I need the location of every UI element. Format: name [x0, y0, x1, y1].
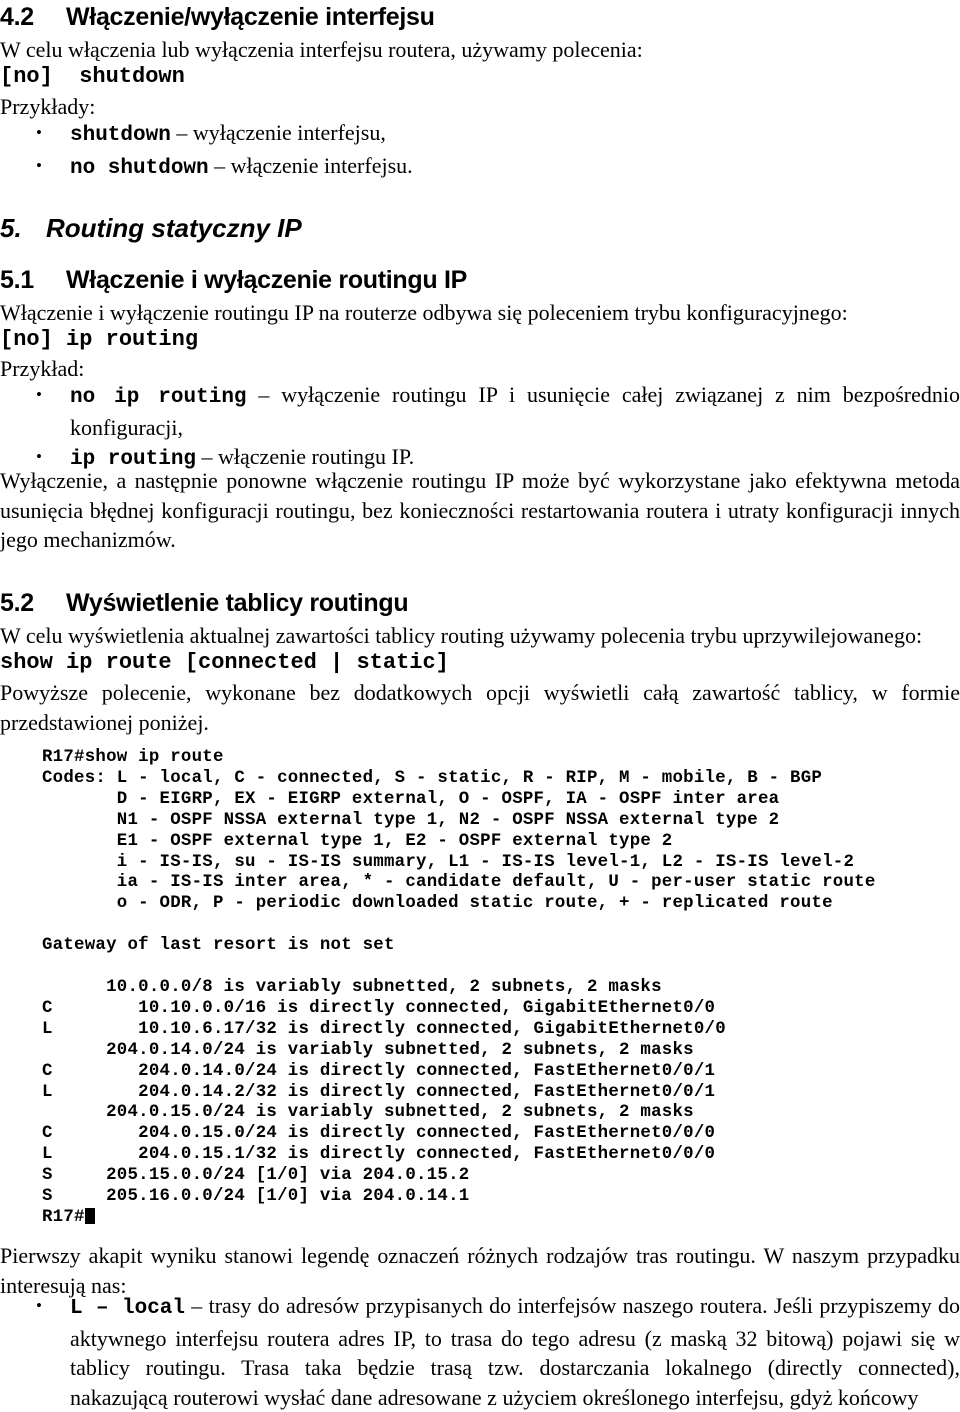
command-ip-routing: [no] ip routing [0, 327, 199, 352]
terminal-line: Codes: L - local, C - connected, S - sta… [42, 768, 942, 790]
terminal-line: ia - IS-IS inter area, * - candidate def… [42, 873, 942, 895]
heading-5-1-title: Włączenie i wyłączenie routingu IP [66, 266, 468, 294]
terminal-line-route: S 205.16.0.0/24 [1/0] via 204.0.14.1 [42, 1187, 942, 1208]
terminal-line-route: L 10.10.6.17/32 is directly connected, G… [42, 1019, 942, 1041]
terminal-line: 204.0.14.0/24 is variably subnetted, 2 s… [42, 1040, 942, 1062]
terminal-line-route: C 10.10.0.0/16 is directly connected, Gi… [42, 998, 942, 1020]
terminal-line-route: L 204.0.14.2/32 is directly connected, F… [42, 1082, 942, 1104]
terminal-line: R17#show ip route [42, 748, 942, 769]
bullet-desc: – włączenie interfejsu. [208, 152, 413, 178]
heading-4-2: 4.2 Włączenie/wyłączenie interfejsu [0, 2, 435, 32]
terminal-line-route: S 205.15.0.0/24 [1/0] via 204.0.15.2 [42, 1166, 942, 1188]
document-page: 4.2 Włączenie/wyłączenie interfejsu W cel… [0, 0, 960, 1410]
terminal-line: 10.0.0.0/8 is variably subnetted, 2 subn… [42, 977, 942, 999]
terminal-line: o - ODR, P - periodic downloaded static … [42, 894, 942, 916]
heading-5-2: 5.2 Wyświetlenie tablicy routingu [0, 588, 409, 618]
section-4-2-bullet-list: shutdown – wyłączenie interfejsu, no shu… [0, 118, 960, 183]
bullet-desc: – trasy do adresów przypisanych do inter… [70, 1293, 960, 1410]
section-5-2-closing-bullet-list: L – local – trasy do adresów przypisanyc… [0, 1291, 960, 1412]
heading-5-2-title: Wyświetlenie tablicy routingu [66, 589, 409, 617]
bullet-desc: – wyłączenie interfejsu, [170, 120, 386, 145]
section-4-2-intro: W celu włączenia lub wyłączenia interfej… [0, 37, 643, 62]
terminal-line-route: C 204.0.15.0/24 is directly connected, F… [42, 1124, 942, 1146]
terminal-line: i - IS-IS, su - IS-IS summary, L1 - IS-I… [42, 852, 942, 874]
heading-5-1-number: 5.1 [0, 266, 34, 294]
terminal-prompt: R17# [42, 1207, 85, 1227]
section-5-1-bullet-list: no ip routing – wyłączenie routingu IP i… [0, 380, 960, 475]
bullet-code: shutdown [70, 124, 171, 147]
terminal-line-blank [42, 957, 942, 978]
terminal-line-blank [42, 915, 942, 937]
bullet-code: no ip routing [70, 386, 247, 409]
heading-5-2-number: 5.2 [0, 589, 34, 617]
heading-5-title: Routing statyczny IP [46, 213, 302, 243]
section-5-2-paragraph: Powyższe polecenie, wykonane bez dodatko… [0, 680, 960, 735]
terminal-line: D - EIGRP, EX - EIGRP external, O - OSPF… [42, 789, 942, 811]
list-item: no ip routing – wyłączenie routingu IP i… [0, 380, 960, 442]
terminal-line-gateway: Gateway of last resort is not set [42, 936, 942, 958]
terminal-line: 204.0.15.0/24 is variably subnetted, 2 s… [42, 1103, 942, 1125]
section-5-2-intro: W celu wyświetlenia aktualnej zawartości… [0, 623, 923, 648]
list-item: no shutdown – włączenie interfejsu. [0, 151, 960, 184]
terminal-line: E1 - OSPF external type 1, E2 - OSPF ext… [42, 831, 942, 853]
section-5-1-intro: Włączenie i wyłączenie routingu IP na ro… [0, 300, 848, 325]
section-5-1-paragraph: Wyłączenie, a następnie ponowne włączeni… [0, 468, 960, 552]
command-show-ip-route: show ip route [connected | static] [0, 650, 449, 675]
terminal-cursor [84, 1207, 95, 1224]
bullet-code: L – local [70, 1297, 186, 1320]
bullet-code: no shutdown [70, 156, 209, 180]
terminal-line-route: L 204.0.15.1/32 is directly connected, F… [42, 1145, 942, 1167]
terminal-output-block: R17#show ip route Codes: L - local, C - … [42, 748, 942, 1229]
command-shutdown: [no] shutdown [0, 64, 185, 89]
heading-4-2-number: 4.2 [0, 3, 34, 31]
heading-5-1: 5.1 Włączenie i wyłączenie routingu IP [0, 265, 467, 295]
terminal-line-route: C 204.0.14.0/24 is directly connected, F… [42, 1061, 942, 1083]
terminal-prompt-line: R17# [42, 1207, 942, 1229]
terminal-line: N1 - OSPF NSSA external type 1, N2 - OSP… [42, 810, 942, 832]
heading-5-number: 5. [0, 213, 22, 243]
list-item: L – local – trasy do adresów przypisanyc… [0, 1291, 960, 1412]
heading-5: 5. Routing statyczny IP [0, 212, 302, 244]
heading-4-2-title: Włączenie/wyłączenie interfejsu [66, 3, 435, 31]
list-item: shutdown – wyłączenie interfejsu, [0, 118, 960, 151]
